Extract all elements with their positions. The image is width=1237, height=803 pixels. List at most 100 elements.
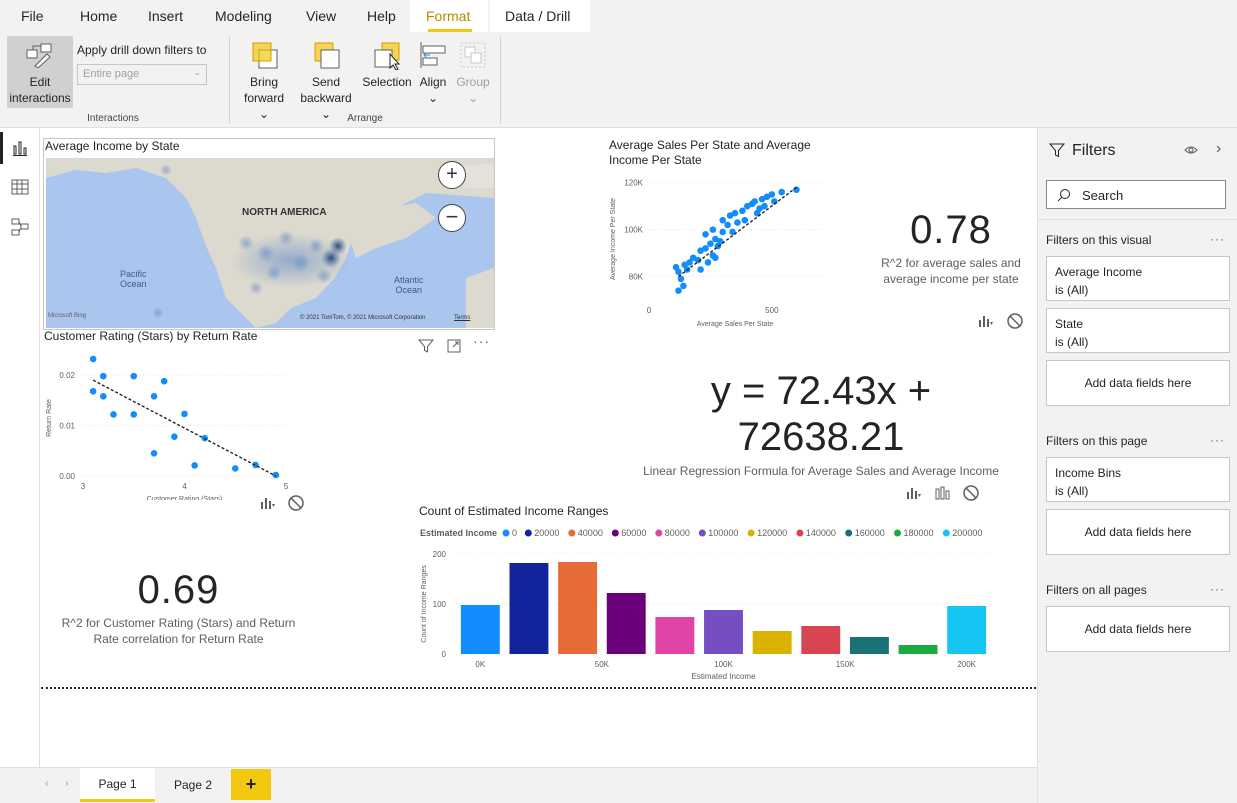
focus-mode-icon[interactable]: [446, 338, 462, 354]
more-options-icon[interactable]: ···: [1210, 582, 1225, 596]
report-view-icon[interactable]: [12, 140, 28, 156]
data-point: [761, 202, 768, 210]
model-view-icon[interactable]: [11, 218, 29, 236]
ribbon: Edit interactions Apply drill down filter…: [0, 32, 1237, 128]
y-axis-title: Count of Income Ranges: [421, 565, 428, 643]
map-canvas[interactable]: [46, 158, 494, 328]
no-action-icon[interactable]: [288, 495, 304, 511]
data-point: [130, 411, 138, 418]
x-tick-label: 200K: [957, 660, 976, 669]
kpi1-card[interactable]: 0.78 R^2 for average sales and average in…: [861, 208, 1041, 287]
add-data-fields-visual[interactable]: Add data fields here: [1046, 360, 1230, 406]
map-visual[interactable]: Average Income by State NORTH AMERICA Pa…: [43, 138, 495, 330]
analyze-icon[interactable]: [260, 496, 276, 510]
align-label: Align ⌄: [419, 75, 447, 105]
group-label: Group ⌄: [456, 75, 490, 105]
scatter1-chart[interactable]: 80K 100K 120K 0 500 Average Sales Per State Av…: [606, 170, 836, 330]
align-button[interactable]: Align ⌄: [416, 36, 450, 108]
page-tab-1[interactable]: Page 1: [80, 768, 155, 802]
data-point: [739, 207, 746, 215]
filter-icon[interactable]: [418, 338, 434, 354]
bring-forward-button[interactable]: Bring forward ⌄: [238, 36, 290, 121]
scatter2-chart[interactable]: 0.00 0.01 0.02 3 4 5 Customer Rating (Stars) Re…: [41, 350, 306, 500]
data-point: [680, 282, 687, 290]
selection-label: Selection: [362, 75, 412, 89]
data-point: [724, 221, 731, 229]
legend-entry: 120000: [757, 528, 787, 538]
y-tick-label: 0: [442, 650, 447, 659]
tab-help[interactable]: Help: [367, 8, 396, 24]
filter-card-average-income[interactable]: Average Income is (All): [1046, 256, 1230, 301]
data-point: [100, 393, 107, 400]
group-label-interactions: Interactions: [87, 113, 139, 124]
bar: [704, 610, 743, 654]
edit-interactions-icon: [26, 43, 52, 68]
legend-swatch: [611, 529, 619, 537]
tab-modeling[interactable]: Modeling: [215, 8, 272, 24]
filters-search-box[interactable]: Search: [1046, 180, 1226, 209]
add-data-fields-page[interactable]: Add data fields here: [1046, 509, 1230, 555]
data-point: [272, 471, 280, 479]
data-point: [719, 216, 727, 224]
map-terms-link[interactable]: Terms: [454, 315, 470, 321]
x-tick-label: 150K: [836, 660, 855, 669]
kpi2-card[interactable]: 0.69 R^2 for Customer Rating (Stars) and…: [41, 568, 316, 647]
formula-card[interactable]: y = 72.43x + 72638.21 Linear Regression …: [636, 368, 1006, 478]
scatter1-title: Average Sales Per State and Average Inco…: [609, 138, 811, 167]
bar: [801, 626, 841, 654]
column-chart-icon[interactable]: [935, 486, 951, 500]
data-point: [702, 245, 709, 252]
group-button[interactable]: Group ⌄: [454, 36, 492, 108]
scroll-left-icon[interactable]: ‹: [45, 778, 49, 790]
legend-entry: 160000: [855, 528, 885, 538]
tab-home[interactable]: Home: [80, 8, 117, 24]
data-point: [110, 411, 117, 418]
data-view-icon[interactable]: [11, 179, 29, 195]
legend-swatch: [502, 529, 510, 537]
no-action-icon[interactable]: [963, 485, 979, 501]
analyze-icon[interactable]: [906, 486, 922, 500]
legend-entry: 0: [512, 528, 517, 538]
add-data-fields-all[interactable]: Add data fields here: [1046, 606, 1230, 652]
data-point: [89, 355, 97, 363]
more-options-icon[interactable]: ···: [1210, 232, 1225, 246]
tab-insert[interactable]: Insert: [148, 8, 183, 24]
data-point: [731, 209, 739, 217]
formula-line1: y = 72.43x +: [710, 369, 932, 413]
tab-file[interactable]: File: [21, 8, 44, 24]
add-page-button[interactable]: +: [231, 769, 271, 800]
legend-entry: 100000: [708, 528, 738, 538]
bar-chart[interactable]: Estimated Income 0 20000 40000 60000 80000 100…: [416, 524, 1001, 680]
y-tick-label: 80K: [629, 273, 644, 282]
tab-view[interactable]: View: [306, 8, 336, 24]
scroll-right-icon[interactable]: ›: [65, 778, 69, 790]
ribbon-separator: [229, 36, 230, 124]
data-point: [191, 462, 198, 469]
send-backward-button[interactable]: Send backward ⌄: [294, 36, 358, 121]
map-title: Average Income by State: [45, 139, 180, 153]
collapse-filters-icon[interactable]: ›: [1216, 140, 1221, 158]
analyze-icon[interactable]: [978, 314, 994, 328]
y-tick-label: 200: [433, 550, 447, 559]
zoom-in-button[interactable]: +: [438, 161, 466, 189]
eye-icon[interactable]: [1184, 144, 1198, 156]
zoom-out-button[interactable]: −: [438, 204, 466, 232]
data-point: [231, 465, 239, 472]
tab-format[interactable]: Format: [426, 8, 470, 24]
no-action-icon[interactable]: [1007, 313, 1023, 329]
more-options-icon[interactable]: ···: [1210, 433, 1225, 447]
filter-card-state[interactable]: State is (All): [1046, 308, 1230, 353]
data-point: [675, 268, 682, 276]
edit-interactions-button[interactable]: Edit interactions: [7, 36, 73, 108]
selection-button[interactable]: Selection: [360, 36, 414, 108]
legend-title: Estimated Income: [420, 528, 497, 538]
page-tab-2[interactable]: Page 2: [157, 768, 229, 802]
y-tick-label: 100K: [624, 226, 643, 235]
tab-data-drill[interactable]: Data / Drill: [505, 8, 570, 24]
more-options-icon[interactable]: ···: [473, 333, 490, 349]
filter-card-income-bins[interactable]: Income Bins is (All): [1046, 457, 1230, 502]
left-nav: [0, 128, 40, 767]
bar: [509, 563, 549, 654]
apply-drill-dropdown[interactable]: Entire page ⌄: [77, 64, 207, 85]
legend-entry: 200000: [952, 528, 982, 538]
